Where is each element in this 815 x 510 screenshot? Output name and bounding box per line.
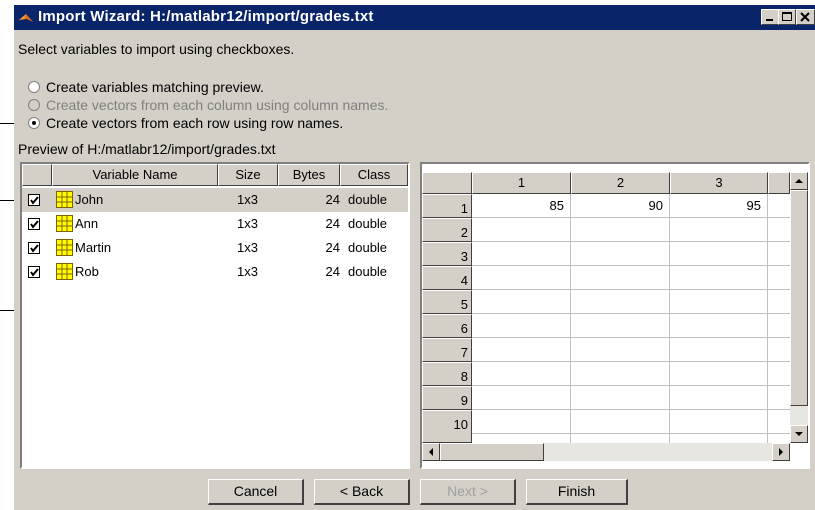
next-button: Next > (420, 479, 516, 505)
grid-cell[interactable]: 95 (670, 194, 768, 218)
array-icon (56, 239, 73, 256)
variable-checkbox[interactable] (28, 218, 40, 230)
variable-class: double (348, 240, 388, 255)
option-label: Create variables matching preview. (46, 79, 264, 95)
cell-value: 90 (648, 198, 663, 213)
variable-row[interactable]: Martin 1x3 24 double (22, 236, 408, 260)
variable-size: 1x3 (237, 192, 258, 207)
minimize-button[interactable] (761, 9, 779, 25)
cancel-button[interactable]: Cancel (208, 479, 304, 505)
option-label: Create vectors from each row using row n… (46, 115, 344, 131)
header-checkbox-column (22, 164, 52, 186)
variable-bytes: 24 (325, 264, 340, 279)
column-header[interactable]: 1 (472, 172, 571, 194)
window-title: Import Wizard: H:/matlabr12/import/grade… (38, 8, 374, 25)
close-icon (800, 12, 810, 22)
header-variable-name[interactable]: Variable Name (52, 164, 218, 186)
column-header[interactable]: 3 (670, 172, 768, 194)
maximize-button[interactable] (778, 9, 796, 25)
maximize-icon (782, 12, 792, 21)
horizontal-scroll-thumb[interactable] (440, 443, 544, 461)
grid-row-lines (472, 218, 790, 443)
row-header[interactable]: 4 (422, 266, 472, 290)
finish-button[interactable]: Finish (526, 479, 628, 505)
variable-row[interactable]: Ann 1x3 24 double (22, 212, 408, 236)
title-bar[interactable]: Import Wizard: H:/matlabr12/import/grade… (14, 5, 815, 30)
row-header[interactable]: 3 (422, 242, 472, 266)
horizontal-scrollbar[interactable] (422, 443, 790, 461)
matlab-logo-icon (19, 14, 33, 22)
variable-list: Variable Name Size Bytes Class John 1x3 … (20, 162, 410, 469)
arrow-up-icon (795, 179, 803, 183)
variable-size: 1x3 (237, 216, 258, 231)
row-header[interactable]: 8 (422, 362, 472, 386)
radio-dot (32, 121, 36, 125)
cell-value: 95 (746, 198, 761, 213)
radio-button-selected[interactable] (28, 117, 40, 129)
row-header[interactable]: 1 (422, 194, 472, 218)
array-icon (56, 263, 73, 280)
column-header[interactable]: 2 (571, 172, 670, 194)
checkmark-icon (30, 196, 39, 205)
grid-cell[interactable]: 85 (472, 194, 571, 218)
variable-size: 1x3 (237, 240, 258, 255)
arrow-down-icon (795, 432, 803, 436)
column-header-partial (768, 172, 790, 194)
variable-name: Rob (75, 264, 99, 279)
scroll-left-button[interactable] (422, 443, 440, 461)
header-size[interactable]: Size (218, 164, 278, 186)
row-header[interactable]: 10 (422, 410, 472, 443)
radio-button-disabled (28, 99, 40, 111)
scroll-up-button[interactable] (790, 172, 808, 190)
vertical-scroll-thumb[interactable] (790, 190, 808, 406)
row-header[interactable]: 7 (422, 338, 472, 362)
scroll-down-button[interactable] (790, 425, 808, 443)
variable-checkbox[interactable] (28, 242, 40, 254)
array-icon (56, 215, 73, 232)
minimize-icon (766, 19, 773, 21)
cell-value: 85 (549, 198, 564, 213)
row-header[interactable]: 9 (422, 386, 472, 410)
variable-name: Ann (75, 216, 99, 231)
instructions-text: Select variables to import using checkbo… (18, 41, 295, 57)
preview-label: Preview of H:/matlabr12/import/grades.tx… (18, 141, 276, 157)
option-label: Create vectors from each column using co… (46, 97, 389, 113)
variable-checkbox[interactable] (28, 194, 40, 206)
checkmark-icon (30, 244, 39, 253)
grid-cell[interactable]: 90 (571, 194, 670, 218)
grid-cell[interactable] (768, 194, 790, 218)
arrow-right-icon (779, 448, 783, 456)
header-class[interactable]: Class (340, 164, 408, 186)
variable-row[interactable]: John 1x3 24 double (22, 188, 408, 212)
data-grid: 1 2 3 1 2 3 4 5 6 7 8 9 10 85 90 95 (420, 162, 810, 469)
checkmark-icon (30, 220, 39, 229)
vertical-scrollbar[interactable] (790, 172, 808, 443)
arrow-left-icon (429, 448, 433, 456)
variable-class: double (348, 192, 388, 207)
variable-row[interactable]: Rob 1x3 24 double (22, 260, 408, 284)
grid-corner (422, 172, 472, 194)
close-button[interactable] (796, 9, 815, 25)
variable-class: double (348, 264, 388, 279)
row-header[interactable]: 5 (422, 290, 472, 314)
radio-button[interactable] (28, 81, 40, 93)
variable-name: Martin (75, 240, 112, 255)
checkmark-icon (30, 268, 39, 277)
variable-name: John (75, 192, 104, 207)
header-bytes[interactable]: Bytes (278, 164, 340, 186)
variable-class: double (348, 216, 388, 231)
scroll-right-button[interactable] (772, 443, 790, 461)
variable-bytes: 24 (325, 216, 340, 231)
import-wizard-window: Import Wizard: H:/matlabr12/import/grade… (14, 5, 815, 510)
row-header[interactable]: 2 (422, 218, 472, 242)
variable-bytes: 24 (325, 240, 340, 255)
variable-bytes: 24 (325, 192, 340, 207)
back-button[interactable]: < Back (314, 479, 410, 505)
variable-checkbox[interactable] (28, 266, 40, 278)
variable-size: 1x3 (237, 264, 258, 279)
array-icon (56, 191, 73, 208)
row-header[interactable]: 6 (422, 314, 472, 338)
